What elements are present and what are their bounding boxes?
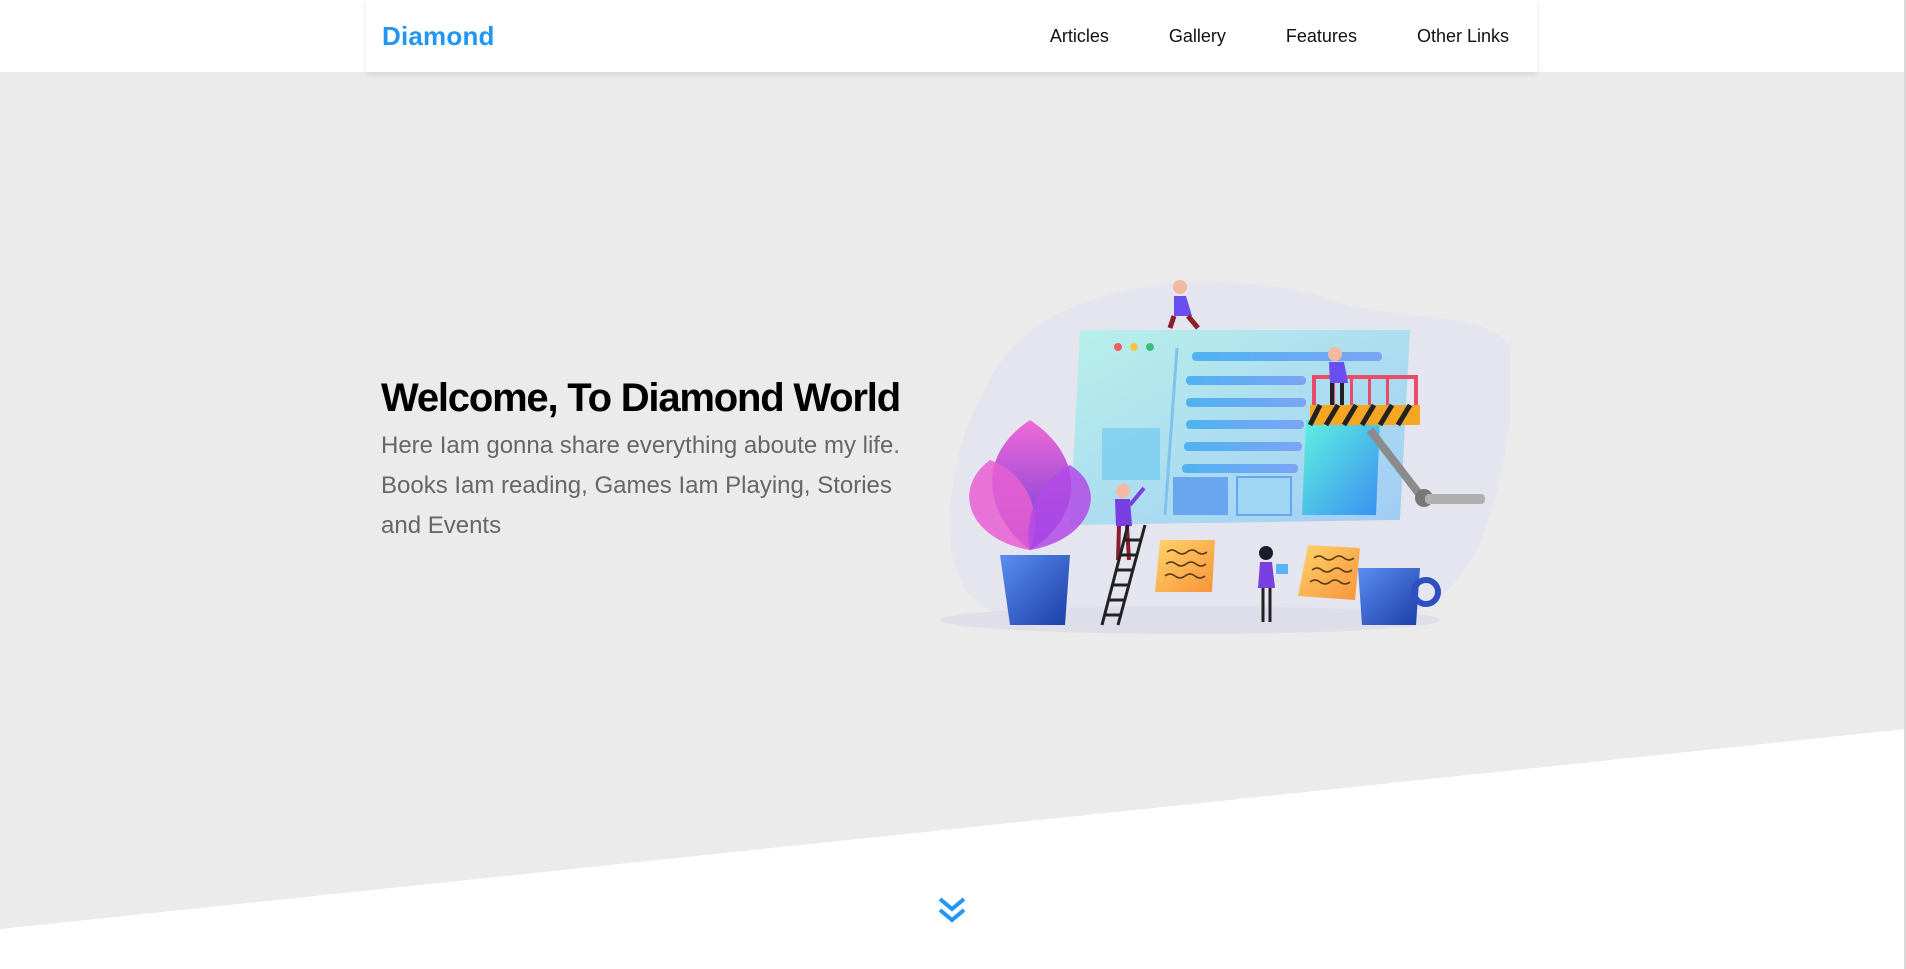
hero-subtitle: Here Iam gonna share everything aboute m… — [381, 432, 900, 539]
main-nav: Articles Gallery Features Other Links — [1050, 0, 1509, 72]
nav-articles[interactable]: Articles — [1050, 26, 1109, 47]
site-header: Diamond Articles Gallery Features Other … — [366, 0, 1537, 72]
hero-text-block: Welcome, To Diamond World Here Iam gonna… — [381, 374, 941, 546]
nav-other-links[interactable]: Other Links — [1417, 26, 1509, 47]
website-builders-illustration — [940, 280, 1510, 634]
nav-features[interactable]: Features — [1286, 26, 1357, 47]
hero-title: Welcome, To Diamond World — [381, 376, 901, 420]
site-logo[interactable]: Diamond — [382, 21, 495, 52]
nav-gallery[interactable]: Gallery — [1169, 26, 1226, 47]
double-chevron-down-icon[interactable] — [936, 895, 968, 927]
